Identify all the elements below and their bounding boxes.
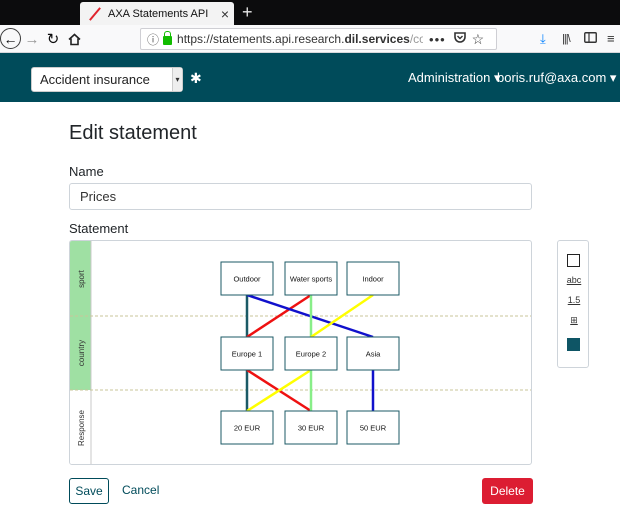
- name-label: Name: [69, 164, 104, 179]
- statement-label: Statement: [69, 221, 129, 236]
- diagram-node-label: Water sports: [290, 275, 332, 284]
- diagram-canvas: sport country Response Outdoor Water spor…: [70, 241, 531, 464]
- diagram-node[interactable]: Europe 2: [284, 336, 338, 371]
- row-label-country: country: [77, 340, 86, 366]
- diagram-node-label: Europe 1: [232, 350, 262, 359]
- diagram-node[interactable]: Water sports: [284, 261, 338, 296]
- download-icon[interactable]: ⤓: [540, 30, 546, 48]
- delete-button[interactable]: Delete: [482, 478, 533, 504]
- gear-icon[interactable]: ✱: [190, 70, 202, 86]
- insurance-select[interactable]: Accident insurance ▾: [31, 67, 183, 92]
- page-title: Edit statement: [69, 122, 197, 144]
- new-tab-button[interactable]: +: [242, 1, 253, 23]
- browser-tab-bar: AXA Statements API × +: [0, 0, 620, 25]
- maximize-window-button[interactable]: [45, 7, 57, 19]
- diagram-node-label: Europe 2: [296, 350, 326, 359]
- insurance-select-value: Accident insurance: [40, 72, 150, 87]
- home-icon[interactable]: [64, 29, 84, 49]
- url-text: https://statements.api.research.dil.serv…: [177, 32, 424, 46]
- diagram-node-label: 30 EUR: [298, 424, 325, 433]
- user-menu[interactable]: boris.ruf@axa.com ▾: [497, 70, 616, 86]
- tab-close-button[interactable]: ×: [216, 7, 234, 21]
- minimize-window-button[interactable]: [25, 7, 37, 19]
- image-tool-icon[interactable]: ⊞: [565, 315, 583, 326]
- diagram-node-label: Outdoor: [233, 275, 261, 284]
- cancel-button[interactable]: Cancel: [122, 483, 159, 497]
- row-label-response: Response: [77, 409, 86, 446]
- reload-icon[interactable]: ↻: [43, 29, 63, 49]
- toolbox: abc 1.5 ⊞: [557, 240, 589, 368]
- bookmark-star-icon[interactable]: ☆: [472, 31, 485, 48]
- url-bar[interactable]: ⓘ https://statements.api.research.dil.se…: [140, 28, 497, 50]
- diagram-node[interactable]: Asia: [346, 336, 400, 371]
- diagram-node[interactable]: Outdoor: [220, 261, 274, 296]
- filled-square-tool-icon[interactable]: [567, 338, 580, 351]
- sidebar-icon[interactable]: [584, 30, 597, 48]
- pocket-icon[interactable]: [453, 32, 466, 46]
- name-field[interactable]: [69, 183, 532, 210]
- diagram-node-label: 20 EUR: [234, 424, 261, 433]
- chevron-down-icon: ▾: [172, 68, 182, 91]
- tab-title: AXA Statements API: [108, 7, 209, 20]
- browser-tab[interactable]: AXA Statements API ×: [80, 2, 234, 25]
- statement-diagram[interactable]: sport country Response Outdoor Water spor…: [69, 240, 532, 465]
- diagram-node[interactable]: Europe 1: [220, 336, 274, 371]
- node-layer: Outdoor Water sports Indoor Europe 1 Europe …: [220, 261, 400, 445]
- menu-icon[interactable]: ≡: [607, 30, 615, 48]
- text-tool-icon[interactable]: abc: [565, 275, 583, 285]
- info-icon[interactable]: ⓘ: [147, 31, 159, 48]
- diagram-node-label: Indoor: [362, 275, 384, 284]
- square-tool-icon[interactable]: [567, 254, 580, 267]
- diagram-node[interactable]: 30 EUR: [284, 410, 338, 445]
- library-icon[interactable]: |||\: [562, 30, 571, 48]
- lock-icon: [163, 31, 173, 45]
- diagram-node[interactable]: Indoor: [346, 261, 400, 296]
- administration-menu[interactable]: Administration ▾: [408, 70, 501, 86]
- save-button[interactable]: Save: [69, 478, 109, 504]
- number-tool-icon[interactable]: 1.5: [565, 295, 583, 305]
- diagram-node[interactable]: 50 EUR: [346, 410, 400, 445]
- close-window-button[interactable]: [5, 7, 17, 19]
- diagram-node[interactable]: 20 EUR: [220, 410, 274, 445]
- diagram-node-label: 50 EUR: [360, 424, 387, 433]
- forward-icon[interactable]: →: [22, 29, 42, 49]
- more-icon[interactable]: •••: [429, 32, 446, 47]
- browser-nav-bar: ← → ↻ ⓘ https://statements.api.research.…: [0, 25, 620, 53]
- row-label-sport: sport: [77, 269, 86, 288]
- app-navbar: Accident insurance ▾ ✱ Administration ▾ …: [0, 53, 620, 102]
- back-icon[interactable]: ←: [0, 28, 21, 49]
- axa-logo-icon: [88, 7, 102, 21]
- diagram-node-label: Asia: [366, 350, 381, 359]
